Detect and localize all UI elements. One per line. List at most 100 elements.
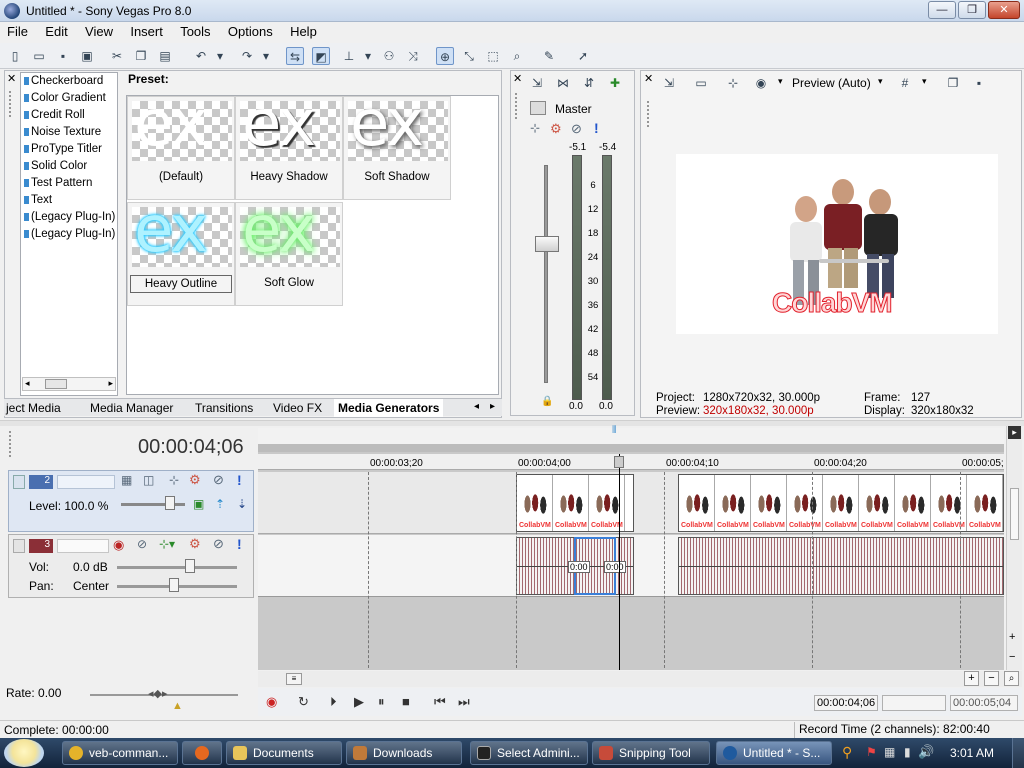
scroll-thumb[interactable] (45, 379, 67, 389)
close-preview-icon[interactable]: ✕ (644, 72, 653, 85)
play-icon[interactable]: ▶ (354, 694, 364, 710)
menu-file[interactable]: File (0, 22, 35, 39)
bus-solo-icon[interactable]: ! (594, 120, 599, 136)
close-panel-icon[interactable]: ✕ (7, 72, 16, 85)
zoom-tool-icon[interactable]: ⌕ (1004, 671, 1019, 686)
timeline-area[interactable]: ⦀ 00:00:03;20 00:00:04;00 00:00:04;10 00… (258, 425, 1004, 670)
video-clip[interactable] (678, 474, 1004, 532)
add-bus-icon[interactable]: ✚ (606, 74, 624, 92)
menu-insert[interactable]: Insert (123, 22, 170, 39)
mute-icon[interactable]: ⊘ (213, 472, 224, 488)
track-minimize-icon[interactable] (13, 539, 25, 553)
bus-mute-icon[interactable]: ⊘ (571, 121, 582, 137)
pan-slider-thumb[interactable] (169, 578, 179, 592)
save-icon[interactable]: ▪ (54, 47, 72, 65)
generator-item[interactable]: ProType Titler (21, 141, 117, 158)
level-slider-thumb[interactable] (165, 496, 175, 510)
vol-slider-track[interactable] (117, 566, 237, 569)
overlays-dropdown-icon[interactable]: ▾ (922, 76, 927, 87)
record-icon[interactable]: ◉ (266, 694, 277, 710)
track-fx-chain-icon[interactable]: ⊹ (169, 473, 179, 487)
action-center-icon[interactable]: ⚑ (866, 745, 877, 759)
video-track-header[interactable]: 2 ▦ ◫ ⊹ ⚙ ⊘ ! Level: 100.0 % ▣ ⇡ ⇣ (8, 470, 254, 532)
generator-item[interactable]: Text (21, 192, 117, 209)
generator-item[interactable]: Checkerboard (21, 73, 117, 90)
menu-view[interactable]: View (78, 22, 120, 39)
hscroll-thumb[interactable]: ≡ (286, 673, 302, 685)
menu-options[interactable]: Options (221, 22, 280, 39)
lock-envelopes-icon[interactable]: ◩ (312, 47, 330, 65)
generator-item[interactable]: Noise Texture (21, 124, 117, 141)
timeline-hscroll[interactable]: ≡ + − ⌕ (258, 671, 1022, 687)
track-fx-icon[interactable]: ⚙ (189, 472, 201, 488)
scroll-left-icon[interactable]: ◂ (25, 378, 30, 389)
preset-heavy-shadow[interactable]: ex Heavy Shadow (235, 96, 343, 200)
dim-output-icon[interactable]: ⇵ (580, 74, 598, 92)
render-icon[interactable]: ▣ (78, 47, 96, 65)
maximize-button[interactable]: ❐ (958, 1, 986, 19)
go-to-end-icon[interactable]: ⏭ (458, 694, 470, 710)
auto-ripple-icon[interactable]: ⇆ (286, 47, 304, 65)
zoom-in-time-icon[interactable]: + (964, 671, 979, 686)
zoom-out-time-icon[interactable]: − (984, 671, 999, 686)
start-button[interactable] (4, 739, 44, 767)
split-screen-icon[interactable]: ◉ (752, 74, 770, 92)
taskbar-item[interactable]: Select Admini... (470, 741, 588, 765)
invert-phase-icon[interactable]: ⊘ (137, 537, 147, 551)
tab-media-generators[interactable]: Media Generators (334, 399, 444, 417)
solo-icon[interactable]: ! (237, 536, 242, 552)
stop-icon[interactable]: ■ (402, 694, 410, 709)
preset-soft-shadow[interactable]: ex Soft Shadow (343, 96, 451, 200)
audio-fx-chain-icon[interactable]: ⊹▾ (159, 537, 175, 551)
taskbar-item[interactable]: veb-comman... (62, 741, 178, 765)
generator-item[interactable]: (Legacy Plug-In) V (21, 226, 117, 243)
preset-soft-glow[interactable]: ex Soft Glow (235, 202, 343, 306)
bus-pan-icon[interactable]: ⊹ (530, 121, 540, 135)
mixer-grip-handle[interactable] (514, 92, 518, 120)
loop-playback-icon[interactable]: ↻ (298, 694, 309, 710)
vol-slider-thumb[interactable] (185, 559, 195, 573)
zoom-tool-icon[interactable]: ⌕ (508, 47, 526, 65)
loop-region-bar[interactable] (258, 444, 1004, 452)
preview-grip-handle[interactable] (646, 100, 650, 128)
track-fx-icon[interactable]: ⚙ (189, 536, 201, 552)
taskbar-item[interactable]: Downloads (346, 741, 462, 765)
playhead-handle[interactable] (614, 456, 624, 468)
new-file-icon[interactable]: ▯ (6, 47, 24, 65)
preview-fx-icon[interactable]: ⊹ (724, 74, 742, 92)
normal-edit-tool-icon[interactable]: ⊕ (436, 47, 454, 65)
preview-properties-icon[interactable]: ⇲ (660, 74, 678, 92)
panel-grip-handle[interactable] (8, 90, 12, 118)
master-fader-thumb[interactable] (535, 236, 559, 252)
taskbar-item-active[interactable]: Untitled * - S... (716, 741, 832, 765)
save-snapshot-icon[interactable]: ▪ (970, 74, 988, 92)
split-dropdown-icon[interactable]: ▾ (778, 76, 783, 87)
compositing-mode-icon[interactable]: ◫ (143, 473, 154, 487)
search-tray-icon[interactable]: ⚲ (842, 744, 852, 761)
pause-icon[interactable]: ⏸ (378, 694, 385, 710)
preview-quality-select[interactable]: Preview (Auto) (792, 76, 871, 90)
snapping-dropdown-icon[interactable]: ▾ (362, 47, 374, 65)
ignore-grouping-icon[interactable]: ⚇ (380, 47, 398, 65)
video-clip[interactable] (516, 474, 634, 532)
minimize-button[interactable]: — (928, 1, 956, 19)
quality-dropdown-icon[interactable]: ▾ (878, 76, 883, 87)
taskbar-item[interactable] (182, 741, 222, 765)
undo-dropdown-icon[interactable]: ▾ (214, 47, 226, 65)
tab-project-media[interactable]: ject Media (6, 401, 61, 415)
rate-slider-thumb-icon[interactable]: ◂◆▸ (148, 687, 168, 700)
bus-fx-icon[interactable]: ⚙ (550, 121, 562, 137)
selection-start-field[interactable] (882, 695, 946, 711)
panel-splitter[interactable] (0, 420, 1024, 426)
properties-icon[interactable]: ✎ (540, 47, 558, 65)
scroll-right-icon[interactable]: ▸ (108, 378, 113, 389)
play-from-start-icon[interactable]: ⏵ (330, 694, 337, 710)
selection-tool-icon[interactable]: ⬚ (484, 47, 502, 65)
generator-item[interactable]: Color Gradient (21, 90, 117, 107)
paste-icon[interactable]: ▤ (156, 47, 174, 65)
taskbar-item[interactable]: Documents (226, 741, 342, 765)
whats-this-help-icon[interactable]: ➚ (574, 47, 592, 65)
redo-icon[interactable]: ↷ (238, 47, 256, 65)
external-monitor-icon[interactable]: ▭ (692, 74, 710, 92)
cursor-time-field[interactable]: 00:00:04;06 (814, 695, 878, 711)
